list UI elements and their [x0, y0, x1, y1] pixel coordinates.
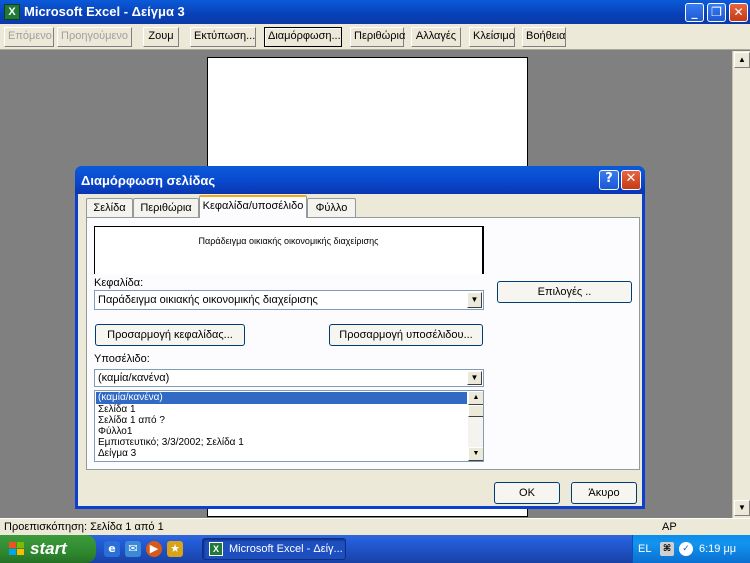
- window-title: Microsoft Excel - Δείγμα 3: [24, 4, 185, 19]
- next-button[interactable]: Επόμενο: [4, 27, 54, 47]
- close-preview-button[interactable]: Κλείσιμο: [469, 27, 515, 47]
- clock: 6:19 μμ: [699, 543, 737, 555]
- page-break-button[interactable]: Αλλαγές: [411, 27, 461, 47]
- footer-combo-value: (καμία/κανένα): [98, 372, 170, 384]
- custom-header-button[interactable]: Προσαρμογή κεφαλίδας...: [95, 324, 245, 346]
- status-mode: ΑΡ: [662, 521, 677, 533]
- list-item[interactable]: Δείγμα 3: [96, 448, 467, 460]
- footer-dropdown-list[interactable]: (καμία/κανένα) Σελίδα 1 Σελίδα 1 από ? Φ…: [94, 390, 484, 462]
- previous-button[interactable]: Προηγούμενο: [57, 27, 132, 47]
- system-tray: EL ⌘ ✓ 6:19 μμ: [632, 535, 750, 563]
- taskbar-excel-button[interactable]: X Microsoft Excel - Δείγ...: [202, 538, 346, 560]
- excel-icon: X: [209, 542, 223, 556]
- windows-flag-icon: [9, 542, 24, 555]
- tab-margins[interactable]: Περιθώρια: [133, 198, 199, 218]
- start-button[interactable]: start: [0, 535, 96, 563]
- scroll-thumb[interactable]: [468, 405, 483, 417]
- close-window-button[interactable]: ✕: [729, 3, 748, 22]
- list-scrollbar[interactable]: ▲ ▼: [468, 391, 483, 461]
- help-button[interactable]: Βοήθεια: [522, 27, 566, 47]
- tab-page[interactable]: Σελίδα: [86, 198, 133, 218]
- status-bar: Προεπισκόπηση: Σελίδα 1 από 1 ΑΡ: [0, 518, 750, 535]
- tab-sheet[interactable]: Φύλλο: [307, 198, 356, 218]
- excel-icon: X: [4, 4, 20, 20]
- header-preview: Παράδειγμα οικιακής οικονομικής διαχείρι…: [94, 226, 484, 274]
- footer-label: Υποσέλιδο:: [94, 353, 150, 365]
- language-indicator[interactable]: EL: [638, 535, 651, 563]
- network-icon[interactable]: ⌘: [660, 542, 674, 556]
- page-setup-dialog: Διαμόρφωση σελίδας ? ✕ Σελίδα Περιθώρια …: [75, 166, 645, 509]
- list-item[interactable]: (καμία/κανένα): [95, 391, 468, 405]
- quick-launch-icon[interactable]: ★: [167, 541, 183, 557]
- margins-button[interactable]: Περιθώρια: [350, 27, 405, 47]
- setup-button[interactable]: Διαμόρφωση...: [264, 27, 342, 47]
- print-button[interactable]: Εκτύπωση...: [190, 27, 256, 47]
- vertical-scrollbar[interactable]: ▲ ▼: [732, 51, 750, 518]
- dialog-title-bar: Διαμόρφωση σελίδας ? ✕: [75, 166, 645, 194]
- footer-combo[interactable]: (καμία/κανένα) ▼: [94, 369, 484, 387]
- scroll-up-arrow-icon[interactable]: ▲: [734, 52, 750, 68]
- preview-toolbar: Επόμενο Προηγούμενο Ζουμ Εκτύπωση... Δια…: [0, 24, 750, 50]
- options-button[interactable]: Επιλογές ..: [497, 281, 632, 303]
- zoom-button[interactable]: Ζουμ: [143, 27, 179, 47]
- dialog-title: Διαμόρφωση σελίδας: [81, 173, 216, 188]
- chevron-down-icon[interactable]: ▼: [467, 292, 482, 308]
- ok-button[interactable]: OK: [494, 482, 560, 504]
- scroll-up-arrow-icon[interactable]: ▲: [468, 391, 483, 405]
- header-combo-value: Παράδειγμα οικιακής οικονομικής διαχείρι…: [98, 294, 318, 306]
- custom-footer-button[interactable]: Προσαρμογή υποσέλιδου...: [329, 324, 483, 346]
- security-icon[interactable]: ✓: [679, 542, 693, 556]
- status-text: Προεπισκόπηση: Σελίδα 1 από 1: [4, 521, 164, 533]
- taskbar: start e ✉ ▶ ★ X Microsoft Excel - Δείγ..…: [0, 535, 750, 563]
- restore-button[interactable]: ❐: [707, 3, 726, 22]
- close-icon[interactable]: ✕: [621, 170, 641, 190]
- header-combo[interactable]: Παράδειγμα οικιακής οικονομικής διαχείρι…: [94, 290, 484, 310]
- media-player-icon[interactable]: ▶: [146, 541, 162, 557]
- start-label: start: [30, 539, 67, 558]
- header-label: Κεφαλίδα:: [94, 277, 144, 289]
- minimize-button[interactable]: _: [685, 3, 704, 22]
- cancel-button[interactable]: Άκυρο: [571, 482, 637, 504]
- scroll-down-arrow-icon[interactable]: ▼: [468, 447, 483, 461]
- tab-header-footer[interactable]: Κεφαλίδα/υποσέλιδο: [199, 195, 307, 218]
- window-title-bar: X Microsoft Excel - Δείγμα 3 _ ❐ ✕: [0, 0, 750, 24]
- taskbar-excel-label: Microsoft Excel - Δείγ...: [229, 543, 343, 555]
- scroll-down-arrow-icon[interactable]: ▼: [734, 500, 750, 516]
- chevron-down-icon[interactable]: ▼: [467, 371, 482, 385]
- internet-explorer-icon[interactable]: e: [104, 541, 120, 557]
- header-preview-text: Παράδειγμα οικιακής οικονομικής διαχείρι…: [198, 236, 379, 246]
- help-icon[interactable]: ?: [599, 170, 619, 190]
- outlook-express-icon[interactable]: ✉: [125, 541, 141, 557]
